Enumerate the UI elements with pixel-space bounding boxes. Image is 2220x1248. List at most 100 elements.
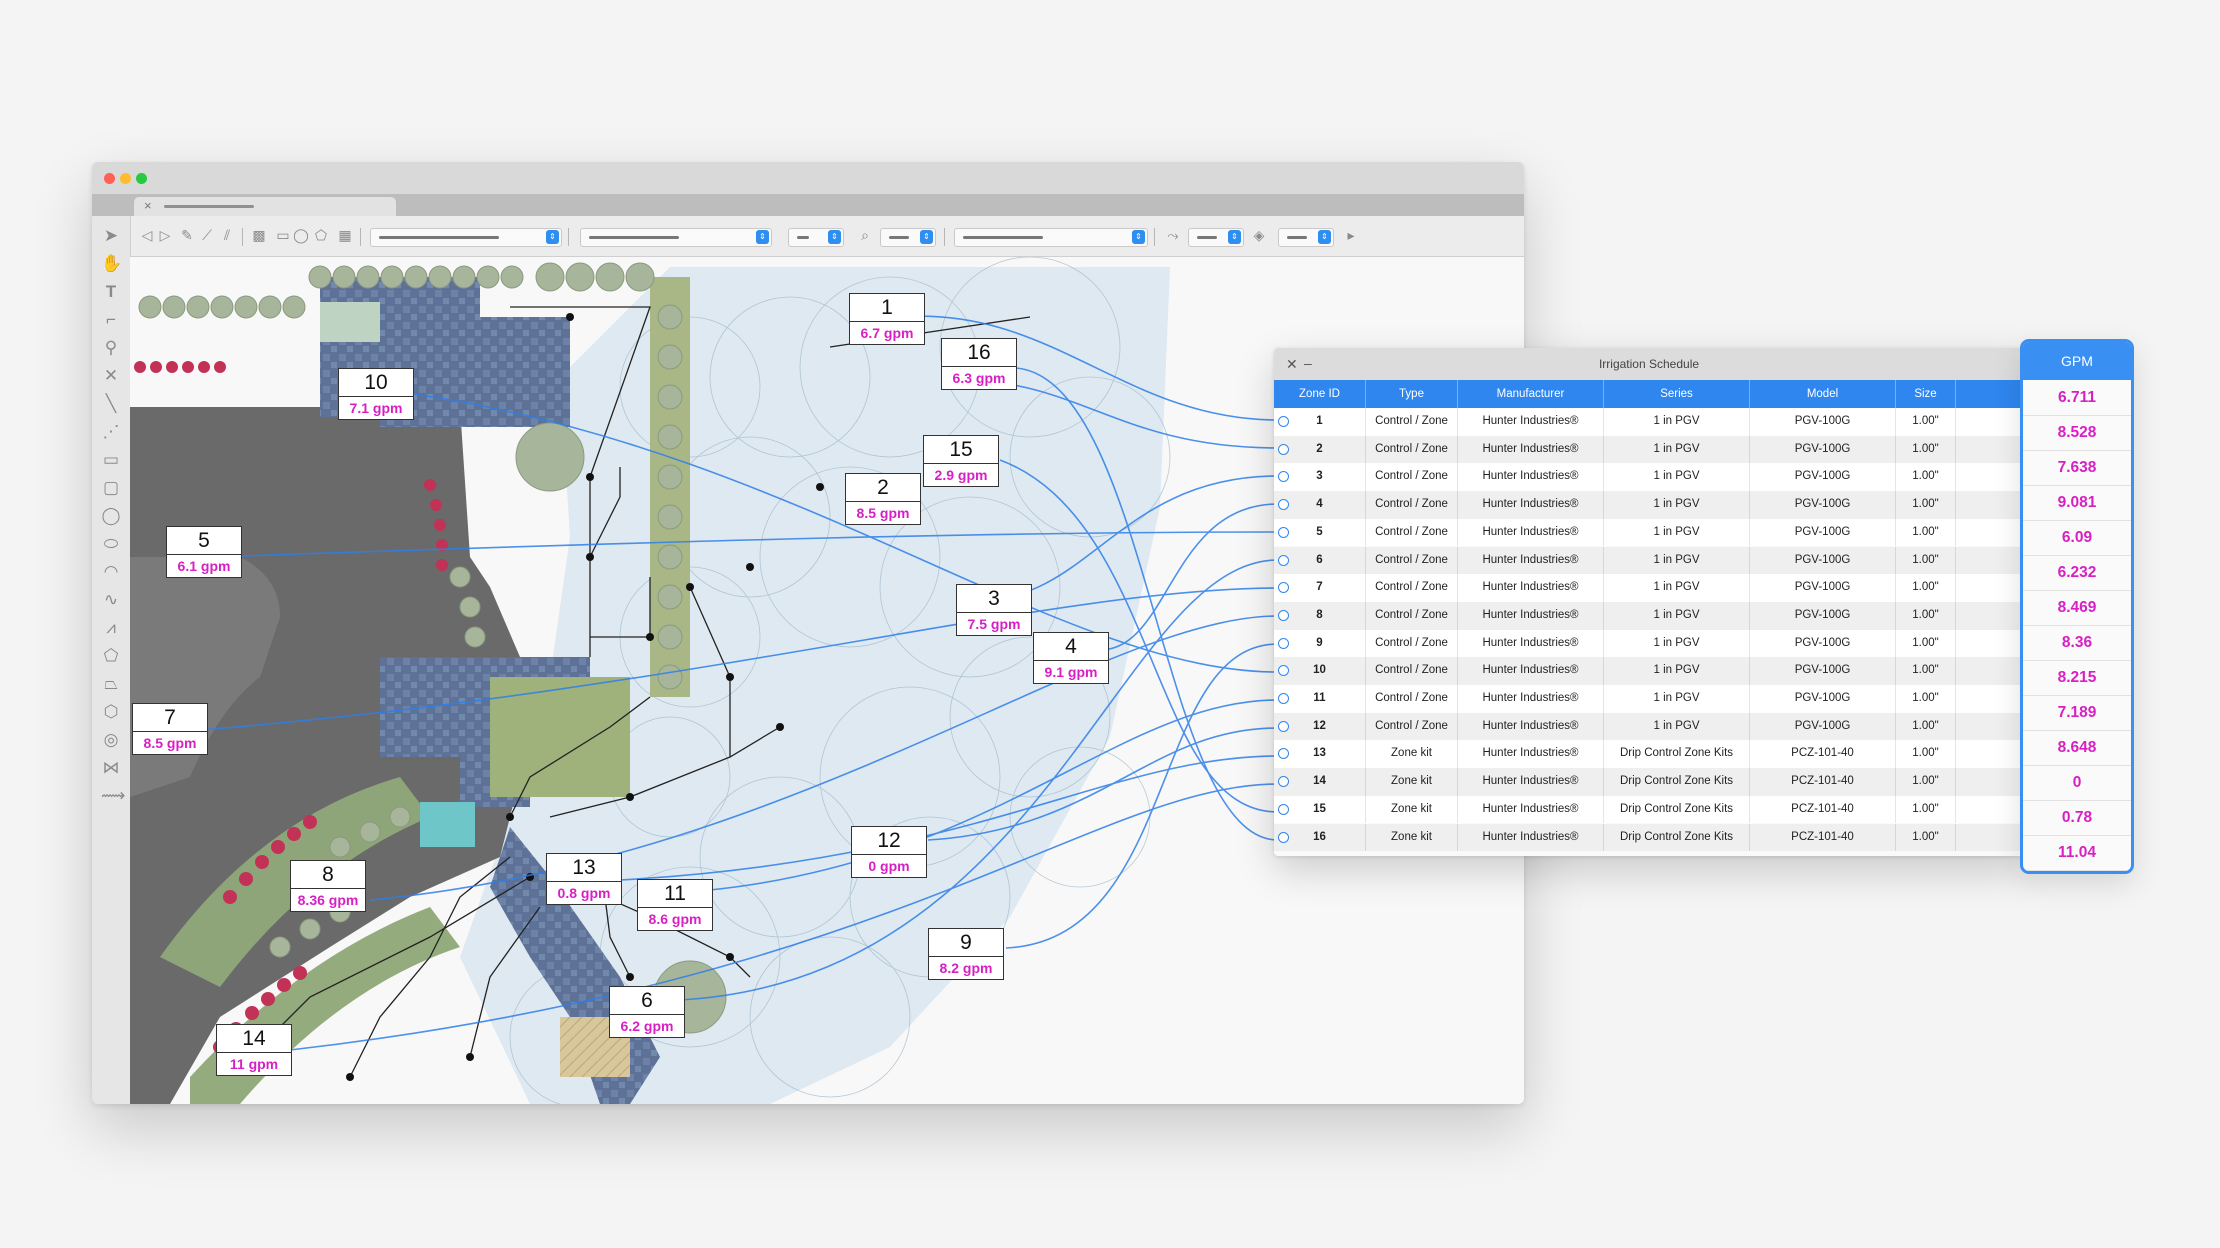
- table-row[interactable]: 14 Zone kit Hunter Industries® Drip Control…: [1274, 768, 2024, 796]
- zoom-window-button[interactable]: [136, 173, 147, 184]
- visibility-dropdown[interactable]: ⇕: [1278, 228, 1334, 247]
- table-row[interactable]: 13 Zone kit Hunter Industries® Drip Control…: [1274, 740, 2024, 769]
- zone-flow-rate: 6.1 gpm: [177, 558, 231, 574]
- zone-callout[interactable]: 8 8.36 gpm: [290, 860, 366, 912]
- page-dropdown[interactable]: ⇕: [788, 228, 844, 247]
- polygon-icon[interactable]: ⬠: [312, 226, 330, 244]
- table-cell: 1 in PGV: [1604, 685, 1750, 713]
- table-cell: 10: [1274, 657, 1366, 685]
- close-tab-icon[interactable]: ×: [144, 198, 152, 213]
- zoom-dropdown[interactable]: ⇕: [880, 228, 936, 247]
- table-row[interactable]: 10 Control / Zone Hunter Industries® 1 in P…: [1274, 657, 2024, 685]
- overflow-arrow-icon[interactable]: ▸: [1342, 226, 1360, 244]
- spiral-tool-icon[interactable]: ◎: [101, 730, 121, 750]
- double-line-icon[interactable]: ⫽: [218, 226, 236, 244]
- zone-callout[interactable]: 11 8.6 gpm: [637, 879, 713, 931]
- selection-tool-icon[interactable]: ➤: [101, 226, 121, 246]
- zone-callout[interactable]: 14 11 gpm: [216, 1024, 292, 1076]
- rounded-rect-tool-icon[interactable]: ▢: [101, 478, 121, 498]
- snap-dropdown[interactable]: ⇕: [1188, 228, 1244, 247]
- zone-callout[interactable]: 12 0 gpm: [851, 826, 927, 878]
- cross-tool-icon[interactable]: ✕: [101, 366, 121, 386]
- column-header[interactable]: Model: [1750, 380, 1896, 408]
- column-header[interactable]: Series: [1604, 380, 1750, 408]
- table-row[interactable]: 8 Control / Zone Hunter Industries® 1 in PG…: [1274, 601, 2024, 630]
- snap-icon[interactable]: ⤳: [1164, 226, 1182, 244]
- document-tab[interactable]: ×: [134, 197, 396, 216]
- view-dropdown[interactable]: ⇕: [954, 228, 1148, 247]
- circle-tool-icon[interactable]: ◯: [101, 506, 121, 526]
- column-header[interactable]: Size: [1896, 380, 1956, 408]
- forward-icon[interactable]: ▷: [156, 226, 174, 244]
- table-row[interactable]: 1 Control / Zone Hunter Industries® 1 in PG…: [1274, 408, 2024, 436]
- table-row[interactable]: 6 Control / Zone Hunter Industries® 1 in PG…: [1274, 546, 2024, 575]
- table-row[interactable]: 2 Control / Zone Hunter Industries® 1 in PG…: [1274, 435, 2024, 464]
- double-line-tool-icon[interactable]: ⋰: [101, 422, 121, 442]
- layer-dropdown[interactable]: ⇕: [580, 228, 772, 247]
- table-row[interactable]: 15 Zone kit Hunter Industries® Drip Control…: [1274, 795, 2024, 824]
- column-header[interactable]: Zone ID: [1274, 380, 1366, 408]
- close-window-button[interactable]: [104, 173, 115, 184]
- polyline-tool-icon[interactable]: ⩘: [101, 618, 121, 638]
- zone-callout[interactable]: 5 6.1 gpm: [166, 526, 242, 578]
- column-header[interactable]: Type: [1366, 380, 1458, 408]
- table-row[interactable]: 7 Control / Zone Hunter Industries® 1 in PG…: [1274, 574, 2024, 602]
- regular-polygon-tool-icon[interactable]: ⬡: [101, 702, 121, 722]
- zone-callout[interactable]: 16 6.3 gpm: [941, 338, 1017, 390]
- table-row[interactable]: 9 Control / Zone Hunter Industries® 1 in PG…: [1274, 629, 2024, 658]
- dimension-tool-icon[interactable]: ⟿: [101, 786, 125, 806]
- pan-tool-icon[interactable]: ✋: [101, 254, 122, 274]
- zone-callout[interactable]: 3 7.5 gpm: [956, 584, 1032, 636]
- oval-icon[interactable]: ◯: [292, 226, 310, 244]
- zone-callout[interactable]: 13 0.8 gpm: [546, 853, 622, 905]
- polygon-tool-icon[interactable]: ⬠: [101, 646, 121, 666]
- class-dropdown[interactable]: ⇕: [370, 228, 562, 247]
- text-tool-icon[interactable]: T: [101, 282, 121, 302]
- mirror-tool-icon[interactable]: ⋈: [101, 758, 121, 778]
- visibility-icon[interactable]: ◈: [1250, 226, 1268, 244]
- table-row[interactable]: 12 Control / Zone Hunter Industries® 1 in P…: [1274, 712, 2024, 741]
- zone-callout[interactable]: 6 6.2 gpm: [609, 986, 685, 1038]
- zone-callout[interactable]: 4 9.1 gpm: [1033, 632, 1109, 684]
- zone-callout[interactable]: 10 7.1 gpm: [338, 368, 414, 420]
- grid-icon[interactable]: ▦: [336, 226, 354, 244]
- line-tool-icon[interactable]: ⟋: [198, 226, 216, 244]
- pencil-icon[interactable]: ✎: [178, 226, 196, 244]
- freehand-tool-icon[interactable]: ∿: [101, 590, 121, 610]
- minimize-window-button[interactable]: [120, 173, 131, 184]
- line-tool-icon[interactable]: ╲: [101, 394, 121, 414]
- column-header[interactable]: Manufacturer: [1458, 380, 1604, 408]
- callout-tool-icon[interactable]: ⌐: [101, 310, 121, 330]
- fill-icon[interactable]: ▩: [250, 226, 268, 244]
- rectangle-icon[interactable]: ▭: [274, 226, 292, 244]
- table-cell: PGV-100G: [1750, 491, 1896, 519]
- magnify-icon[interactable]: ⌕: [856, 226, 874, 244]
- zone-callout[interactable]: 7 8.5 gpm: [132, 703, 208, 755]
- table-row[interactable]: 4 Control / Zone Hunter Industries® 1 in PG…: [1274, 491, 2024, 519]
- zone-flow-rate: 6.3 gpm: [952, 370, 1006, 386]
- table-cell: 1.00": [1896, 768, 1956, 796]
- zone-callout[interactable]: 15 2.9 gpm: [923, 435, 999, 487]
- table-row[interactable]: 3 Control / Zone Hunter Industries® 1 in PG…: [1274, 463, 2024, 492]
- zone-callout[interactable]: 1 6.7 gpm: [849, 293, 925, 345]
- zone-number: 9: [929, 929, 1003, 957]
- eyedropper-tool-icon[interactable]: ⚲: [101, 338, 121, 358]
- zone-number: 4: [1034, 633, 1108, 661]
- table-cell: Hunter Industries®: [1458, 768, 1604, 796]
- arc-tool-icon[interactable]: ◠: [101, 562, 121, 582]
- oval-tool-icon[interactable]: ⬭: [101, 534, 121, 554]
- table-cell: Hunter Industries®: [1458, 795, 1604, 824]
- table-row[interactable]: 11 Control / Zone Hunter Industries® 1 in P…: [1274, 685, 2024, 713]
- table-cell: 1.00": [1896, 546, 1956, 575]
- table-cell: Zone kit: [1366, 740, 1458, 769]
- close-icon[interactable]: ✕: [1286, 348, 1298, 380]
- minimize-icon[interactable]: –: [1304, 348, 1312, 378]
- rectangle-tool-icon[interactable]: ▭: [101, 450, 121, 470]
- zone-callout[interactable]: 2 8.5 gpm: [845, 473, 921, 525]
- zone-callout[interactable]: 9 8.2 gpm: [928, 928, 1004, 980]
- table-row[interactable]: 5 Control / Zone Hunter Industries® 1 in PG…: [1274, 518, 2024, 547]
- table-row[interactable]: 16 Zone kit Hunter Industries® Drip Control…: [1274, 823, 2024, 852]
- double-polygon-tool-icon[interactable]: ⏢: [101, 674, 121, 694]
- gpm-value: 8.36: [2023, 625, 2131, 661]
- back-icon[interactable]: ◁: [138, 226, 156, 244]
